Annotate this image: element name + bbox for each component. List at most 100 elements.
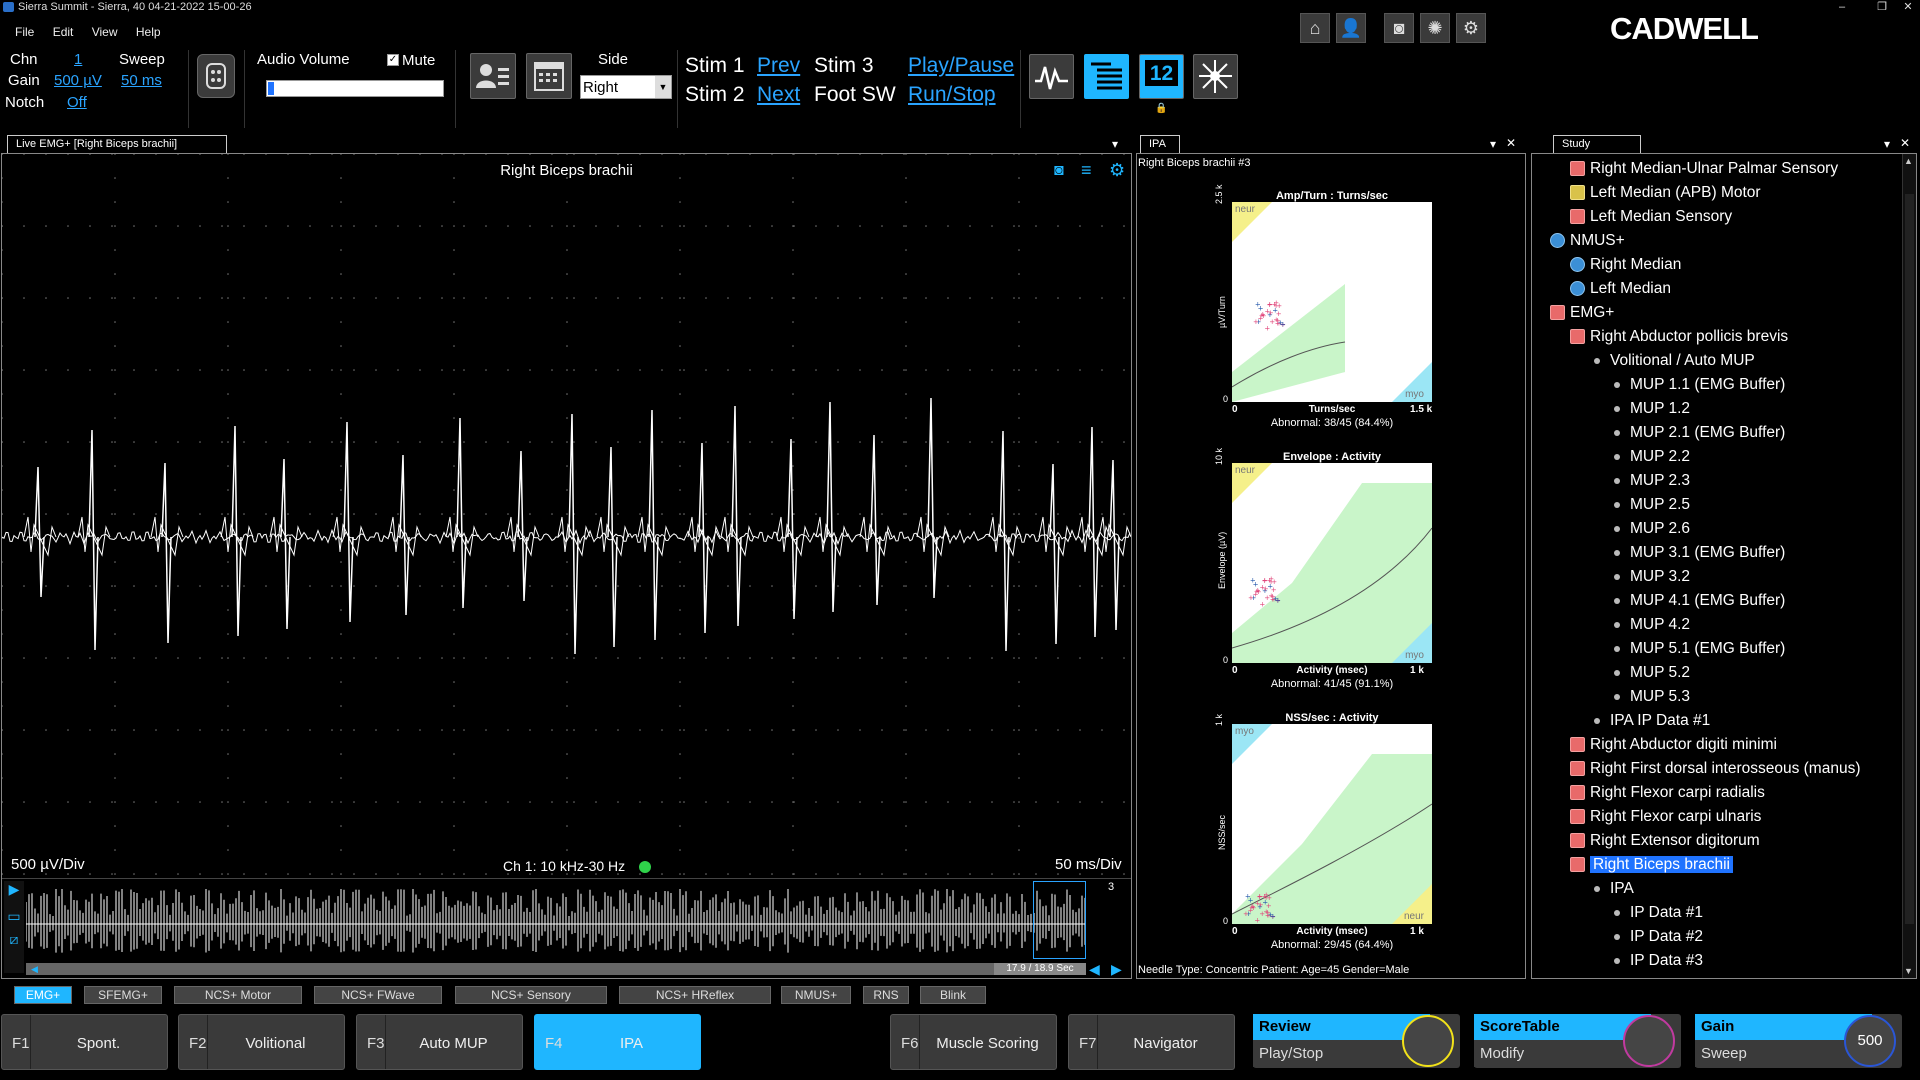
chn-value[interactable]: 1 [74, 51, 82, 68]
close-button[interactable]: ✕ [1896, 0, 1920, 14]
menu-help[interactable]: Help [136, 25, 161, 39]
tree-item[interactable]: IP Data #2 [1614, 926, 1703, 948]
mark-icon[interactable]: ▭ [4, 908, 24, 925]
study-panel-close-icon[interactable]: ✕ [1900, 136, 1910, 150]
menu-file[interactable]: File [15, 25, 34, 39]
mute-checkbox[interactable]: ✓ [387, 54, 399, 66]
tree-item[interactable]: Left Median Sensory [1570, 206, 1732, 228]
buffer-strip[interactable]: ▶ ▭ ⧄ 3 ◀ 17.9 / 18.9 Sec ◀ ▶ [2, 878, 1131, 978]
tree-item[interactable]: MUP 2.6 [1614, 518, 1690, 540]
knob-dial[interactable]: 500 [1844, 1015, 1896, 1067]
knob-control[interactable]: Review Play/Stop [1253, 1014, 1460, 1068]
tree-item[interactable]: IP Data #3 [1614, 950, 1703, 972]
mode-tab[interactable]: NCS+ HReflex [619, 986, 771, 1004]
calendar-icon[interactable] [526, 53, 572, 99]
tree-item[interactable]: IPA IP Data #1 [1594, 710, 1710, 732]
tree-item[interactable]: MUP 2.3 [1614, 470, 1690, 492]
knob-control[interactable]: ScoreTable Modify [1474, 1014, 1681, 1068]
tree-item[interactable]: Right Median [1570, 254, 1681, 276]
fkey-button[interactable]: F3 Auto MUP [356, 1014, 523, 1070]
audio-volume-slider[interactable] [266, 80, 444, 97]
fkey-button[interactable]: F1 Spont. [1, 1014, 168, 1070]
mode-tab[interactable]: NCS+ Motor [174, 986, 302, 1004]
tree-item[interactable]: Right Flexor carpi ulnaris [1570, 806, 1761, 828]
reel-icon[interactable]: ✺ [1420, 13, 1450, 43]
buffer-window[interactable] [1033, 881, 1086, 959]
notch-value[interactable]: Off [67, 94, 87, 111]
mode-tab[interactable]: SFEMG+ [84, 986, 162, 1004]
mode-tab[interactable]: RNS [863, 986, 909, 1004]
side-select[interactable]: Right ▼ [580, 75, 672, 99]
prev-link[interactable]: Prev [757, 54, 800, 78]
camera-icon[interactable]: ◙ [1384, 13, 1414, 43]
knob-dial[interactable] [1402, 1015, 1454, 1067]
tree-item[interactable]: MUP 1.2 [1614, 398, 1690, 420]
tree-item[interactable]: MUP 4.2 [1614, 614, 1690, 636]
fkey-button[interactable]: F7 Navigator [1068, 1014, 1235, 1070]
tree-item[interactable]: MUP 1.1 (EMG Buffer) [1614, 374, 1785, 396]
live-emg-trace[interactable] [2, 154, 1131, 876]
knob-control[interactable]: Gain Sweep 500 [1695, 1014, 1902, 1068]
fkey-button[interactable]: F6 Muscle Scoring [890, 1014, 1057, 1070]
mode-tab[interactable]: NCS+ Sensory [455, 986, 607, 1004]
tree-item[interactable]: Volitional / Auto MUP [1594, 350, 1755, 372]
ipa-plot-1[interactable]: + + + + + + + + + + + + + + + + + + + + + + + + + + + + neur myo [1232, 202, 1432, 402]
knob-dial[interactable] [1623, 1015, 1675, 1067]
prev-buffer-icon[interactable]: ◀ [1089, 961, 1100, 978]
tree-item[interactable]: MUP 3.2 [1614, 566, 1690, 588]
fkey-button[interactable]: F2 Volitional [178, 1014, 345, 1070]
next-buffer-icon[interactable]: ▶ [1111, 961, 1122, 978]
settings-gear-icon[interactable]: ⚙ [1109, 160, 1125, 181]
tree-item[interactable]: Left Median (APB) Motor [1570, 182, 1761, 204]
add-patient-icon[interactable]: 👤 [1336, 13, 1366, 43]
tree-item[interactable]: MUP 5.1 (EMG Buffer) [1614, 638, 1785, 660]
gain-value[interactable]: 500 µV [54, 72, 102, 89]
mode-tab[interactable]: NCS+ FWave [314, 986, 442, 1004]
live-panel-menu-icon[interactable]: ▾ [1112, 137, 1118, 151]
tree-item[interactable]: IP Data #1 [1614, 902, 1703, 924]
fkey-button[interactable]: F4 IPA [534, 1014, 701, 1070]
run-stop-link[interactable]: Run/Stop [908, 83, 996, 107]
tree-item[interactable]: MUP 4.1 (EMG Buffer) [1614, 590, 1785, 612]
play-pause-link[interactable]: Play/Pause [908, 54, 1014, 78]
tree-item[interactable]: Right Abductor pollicis brevis [1570, 326, 1788, 348]
home-icon[interactable]: ⌂ [1300, 13, 1330, 43]
settings-gear-icon[interactable]: ⚙ [1456, 13, 1486, 43]
patient-info-icon[interactable] [470, 53, 516, 99]
study-scrollbar[interactable]: ▲ ▼ [1902, 154, 1916, 978]
waveform-icon[interactable] [1029, 54, 1074, 99]
mode-tab[interactable]: NMUS+ [781, 986, 851, 1004]
tree-item[interactable]: Right Extensor digitorum [1570, 830, 1760, 852]
menu-edit[interactable]: Edit [53, 25, 74, 39]
mode-tab[interactable]: Blink [920, 986, 986, 1004]
tree-item[interactable]: Right Biceps brachii [1570, 854, 1733, 876]
counter-display-icon[interactable]: 12 [1139, 54, 1184, 99]
tree-item[interactable]: MUP 2.2 [1614, 446, 1690, 468]
tree-item[interactable]: EMG+ [1550, 302, 1614, 324]
traces-list-icon[interactable] [1084, 54, 1129, 99]
tree-item[interactable]: Right Median-Ulnar Palmar Sensory [1570, 158, 1838, 180]
starburst-icon[interactable] [1193, 54, 1238, 99]
study-panel-menu-icon[interactable]: ▾ [1884, 137, 1890, 151]
buffer-scrollbar[interactable]: ◀ 17.9 / 18.9 Sec [26, 963, 1086, 975]
menu-view[interactable]: View [92, 25, 118, 39]
amplifier-device-icon[interactable] [197, 54, 235, 98]
live-emg-tab[interactable]: Live EMG+ [Right Biceps brachii] [7, 135, 227, 153]
tree-item[interactable]: MUP 5.2 [1614, 662, 1690, 684]
tree-item[interactable]: MUP 2.5 [1614, 494, 1690, 516]
tree-item[interactable]: IPA [1594, 878, 1634, 900]
restore-button[interactable]: ❐ [1870, 0, 1894, 14]
list-icon[interactable]: ≡ [1081, 160, 1092, 181]
ipa-panel-close-icon[interactable]: ✕ [1506, 136, 1516, 150]
camera-icon[interactable]: ◙ [1054, 162, 1064, 180]
ipa-tab[interactable]: IPA [1140, 135, 1180, 153]
marker-icon[interactable]: ⧄ [4, 931, 24, 948]
ipa-plot-2[interactable]: + + + + + + + + + + + + + + + + + + + + + + + + + + + + neur myo [1232, 463, 1432, 663]
tree-item[interactable]: NMUS+ [1550, 230, 1625, 252]
study-window-tab[interactable]: Study Window [1553, 135, 1641, 167]
next-link[interactable]: Next [757, 83, 800, 107]
tree-item[interactable]: MUP 2.1 (EMG Buffer) [1614, 422, 1785, 444]
play-icon[interactable]: ▶ [4, 881, 24, 898]
mode-tab[interactable]: EMG+ [14, 986, 72, 1004]
minimize-button[interactable]: – [1830, 0, 1854, 14]
